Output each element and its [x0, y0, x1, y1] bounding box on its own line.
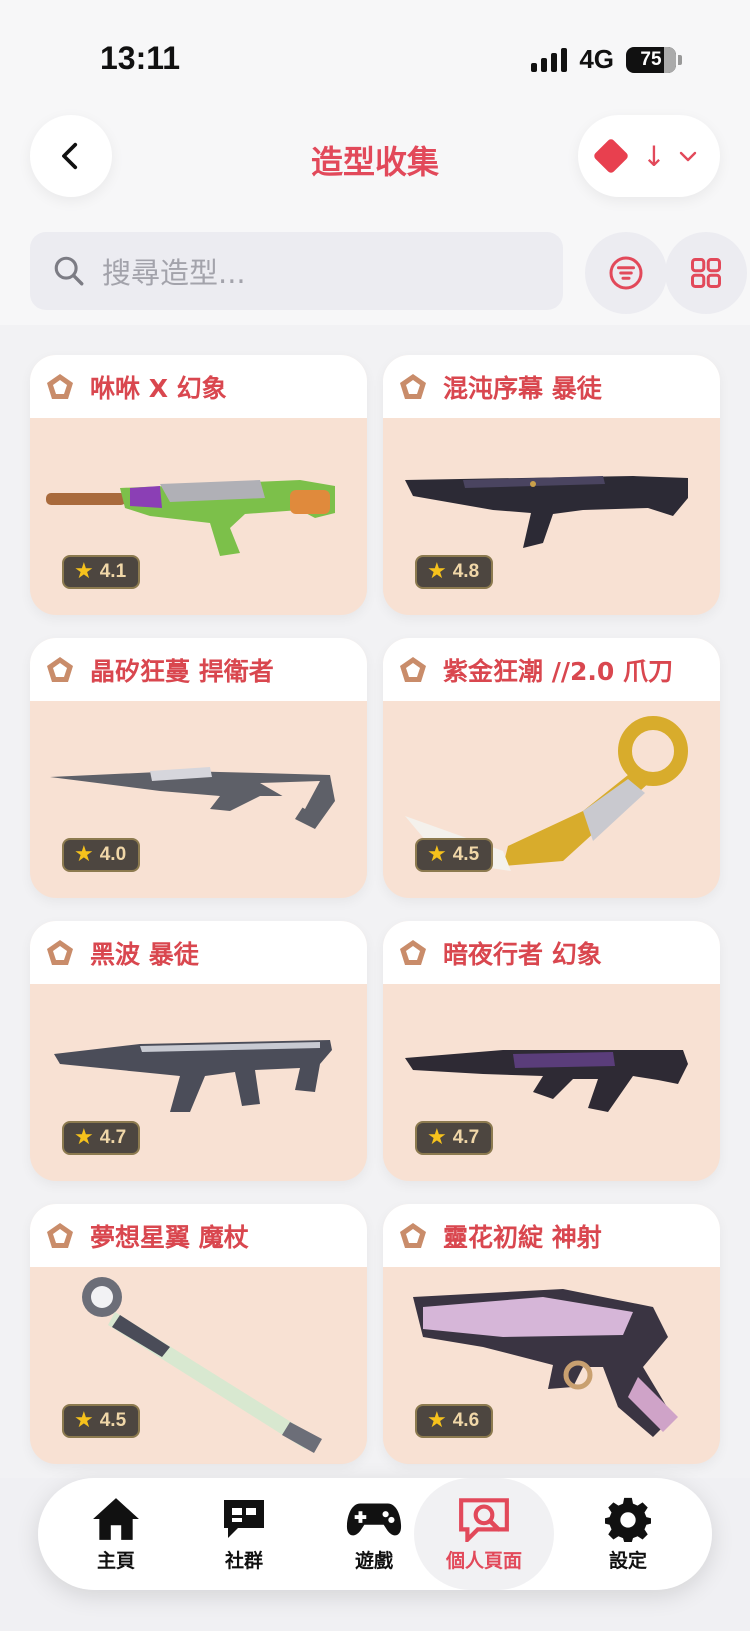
- nav-item-settings[interactable]: 設定: [572, 1478, 684, 1590]
- rating-value: 4.5: [99, 1410, 127, 1431]
- nav-label: 個人頁面: [445, 1549, 522, 1572]
- tier-pentagon-icon: [400, 373, 426, 399]
- star-icon: ★: [427, 1408, 447, 1433]
- nav-item-home[interactable]: 主頁: [60, 1478, 172, 1590]
- status-time: 13:11: [100, 40, 181, 76]
- sort-arrow-icon: ↓: [642, 139, 666, 173]
- filter-button[interactable]: [585, 232, 667, 314]
- search-input[interactable]: 搜尋造型...: [30, 232, 563, 310]
- search-placeholder: 搜尋造型...: [102, 256, 246, 290]
- network-type: 4G: [579, 44, 614, 74]
- rating-badge: ★ 4.0: [62, 838, 141, 872]
- card-header: 靈花初綻 神射: [383, 1204, 720, 1267]
- card-header: 夢想星翼 魔杖: [30, 1204, 367, 1267]
- rating-value: 4.7: [452, 1127, 480, 1148]
- chat-icon: [224, 1499, 264, 1538]
- nav-label: 遊戲: [354, 1549, 393, 1572]
- nav-item-community[interactable]: 社群: [188, 1478, 300, 1590]
- star-icon: ★: [427, 1125, 447, 1150]
- nav-item-profile[interactable]: 個人頁面: [414, 1478, 554, 1590]
- battery-icon: 75: [626, 46, 682, 73]
- rating-badge: ★ 4.7: [415, 1121, 494, 1155]
- card-header: 咻咻 X 幻象: [30, 355, 367, 418]
- nav-label: 設定: [608, 1549, 647, 1572]
- tier-pentagon-icon: [47, 939, 73, 965]
- bottom-nav: 主頁 社群 遊戲 個人頁面 設定: [38, 1478, 712, 1590]
- tier-pentagon-icon: [47, 1222, 73, 1248]
- skin-name: 暗夜行者 幻象: [443, 939, 602, 969]
- rating-badge: ★ 4.8: [415, 555, 494, 589]
- rating-badge: ★ 4.1: [62, 555, 141, 589]
- status-indicators: 4G 75: [531, 44, 682, 75]
- rating-value: 4.6: [452, 1410, 480, 1431]
- star-icon: ★: [74, 842, 94, 867]
- gamepad-icon: [346, 1503, 402, 1535]
- rating-badge: ★ 4.5: [62, 1404, 141, 1438]
- star-icon: ★: [74, 1408, 94, 1433]
- skin-name: 咻咻 X 幻象: [90, 373, 227, 403]
- grid-icon: [691, 258, 721, 288]
- card-header: 紫金狂潮 //2.0 爪刀: [383, 638, 720, 701]
- skin-card[interactable]: 靈花初綻 神射 ★ 4.6: [383, 1204, 720, 1464]
- card-header: 暗夜行者 幻象: [383, 921, 720, 984]
- skin-name: 晶矽狂蔓 捍衛者: [90, 656, 274, 686]
- profile-search-icon: [459, 1497, 509, 1542]
- nav-label: 社群: [224, 1549, 263, 1572]
- rating-badge: ★ 4.5: [415, 838, 494, 872]
- rating-value: 4.7: [99, 1127, 127, 1148]
- skin-card[interactable]: 咻咻 X 幻象 ★ 4.1: [30, 355, 367, 615]
- gear-icon: [605, 1497, 651, 1542]
- tier-pentagon-icon: [400, 939, 426, 965]
- tier-pentagon-icon: [47, 656, 73, 682]
- search-icon: [54, 256, 84, 286]
- skin-name: 黑波 暴徒: [90, 939, 199, 969]
- card-header: 黑波 暴徒: [30, 921, 367, 984]
- chevron-down-icon: [679, 151, 696, 162]
- skin-name: 混沌序幕 暴徒: [443, 373, 602, 403]
- skin-card[interactable]: 暗夜行者 幻象 ★ 4.7: [383, 921, 720, 1181]
- skin-card[interactable]: 黑波 暴徒 ★ 4.7: [30, 921, 367, 1181]
- skin-card[interactable]: 夢想星翼 魔杖 ★ 4.5: [30, 1204, 367, 1464]
- rating-badge: ★ 4.6: [415, 1404, 494, 1438]
- star-icon: ★: [427, 842, 447, 867]
- star-icon: ★: [427, 559, 447, 584]
- card-header: 晶矽狂蔓 捍衛者: [30, 638, 367, 701]
- tier-pentagon-icon: [47, 373, 73, 399]
- skin-name: 夢想星翼 魔杖: [90, 1222, 249, 1252]
- battery-level: 75: [640, 48, 662, 70]
- rating-value: 4.5: [452, 844, 480, 865]
- filter-icon: [609, 256, 643, 290]
- rating-value: 4.0: [99, 844, 127, 865]
- skin-name: 紫金狂潮 //2.0 爪刀: [443, 656, 673, 686]
- status-bar: 13:11 4G 75: [0, 0, 750, 95]
- header: 造型收集 ↓ 搜尋造型...: [0, 95, 750, 325]
- rarity-diamond-icon: [592, 137, 630, 175]
- signal-icon: [531, 47, 568, 72]
- rating-badge: ★ 4.7: [62, 1121, 141, 1155]
- skin-card[interactable]: 紫金狂潮 //2.0 爪刀 ★ 4.5: [383, 638, 720, 898]
- rating-value: 4.8: [452, 561, 480, 582]
- card-header: 混沌序幕 暴徒: [383, 355, 720, 418]
- skin-card[interactable]: 混沌序幕 暴徒 ★ 4.8: [383, 355, 720, 615]
- star-icon: ★: [74, 1125, 94, 1150]
- rating-value: 4.1: [99, 561, 127, 582]
- sort-button[interactable]: ↓: [578, 115, 720, 197]
- skin-card[interactable]: 晶矽狂蔓 捍衛者 ★ 4.0: [30, 638, 367, 898]
- home-icon: [93, 1497, 139, 1540]
- tier-pentagon-icon: [400, 656, 426, 682]
- nav-label: 主頁: [96, 1549, 135, 1572]
- tier-pentagon-icon: [400, 1222, 426, 1248]
- skin-name: 靈花初綻 神射: [443, 1222, 602, 1252]
- grid-view-button[interactable]: [665, 232, 747, 314]
- star-icon: ★: [74, 559, 94, 584]
